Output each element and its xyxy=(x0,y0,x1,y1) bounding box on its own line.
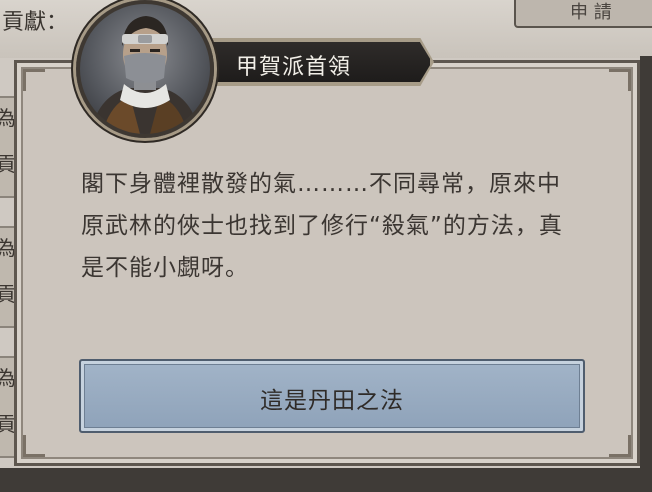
corner-ornament xyxy=(23,69,45,91)
corner-ornament xyxy=(609,69,631,91)
speaker-name: 甲賀派首領 xyxy=(236,55,352,80)
background-right-edge xyxy=(640,56,652,492)
masked-ninja-portrait-icon xyxy=(76,0,214,138)
dialog-choice-button[interactable]: 這是丹田之法 xyxy=(79,359,585,433)
dialog-message: 閣下身體裡散發的氣………不同尋常，原來中原武林的俠士也找到了修行“殺氣”的方法，… xyxy=(81,171,563,281)
speaker-nameplate: 甲賀派首領 xyxy=(210,40,432,84)
corner-ornament xyxy=(609,435,631,457)
portrait-illustration xyxy=(90,16,200,134)
corner-ornament xyxy=(23,435,45,457)
apply-button[interactable]: 申 請 xyxy=(514,0,652,28)
apply-button-label: 申 請 xyxy=(570,2,612,23)
dialog-choice-label: 這是丹田之法 xyxy=(260,388,404,414)
background-bottom-edge xyxy=(0,468,652,492)
contribution-label: 貢獻： xyxy=(2,10,69,35)
